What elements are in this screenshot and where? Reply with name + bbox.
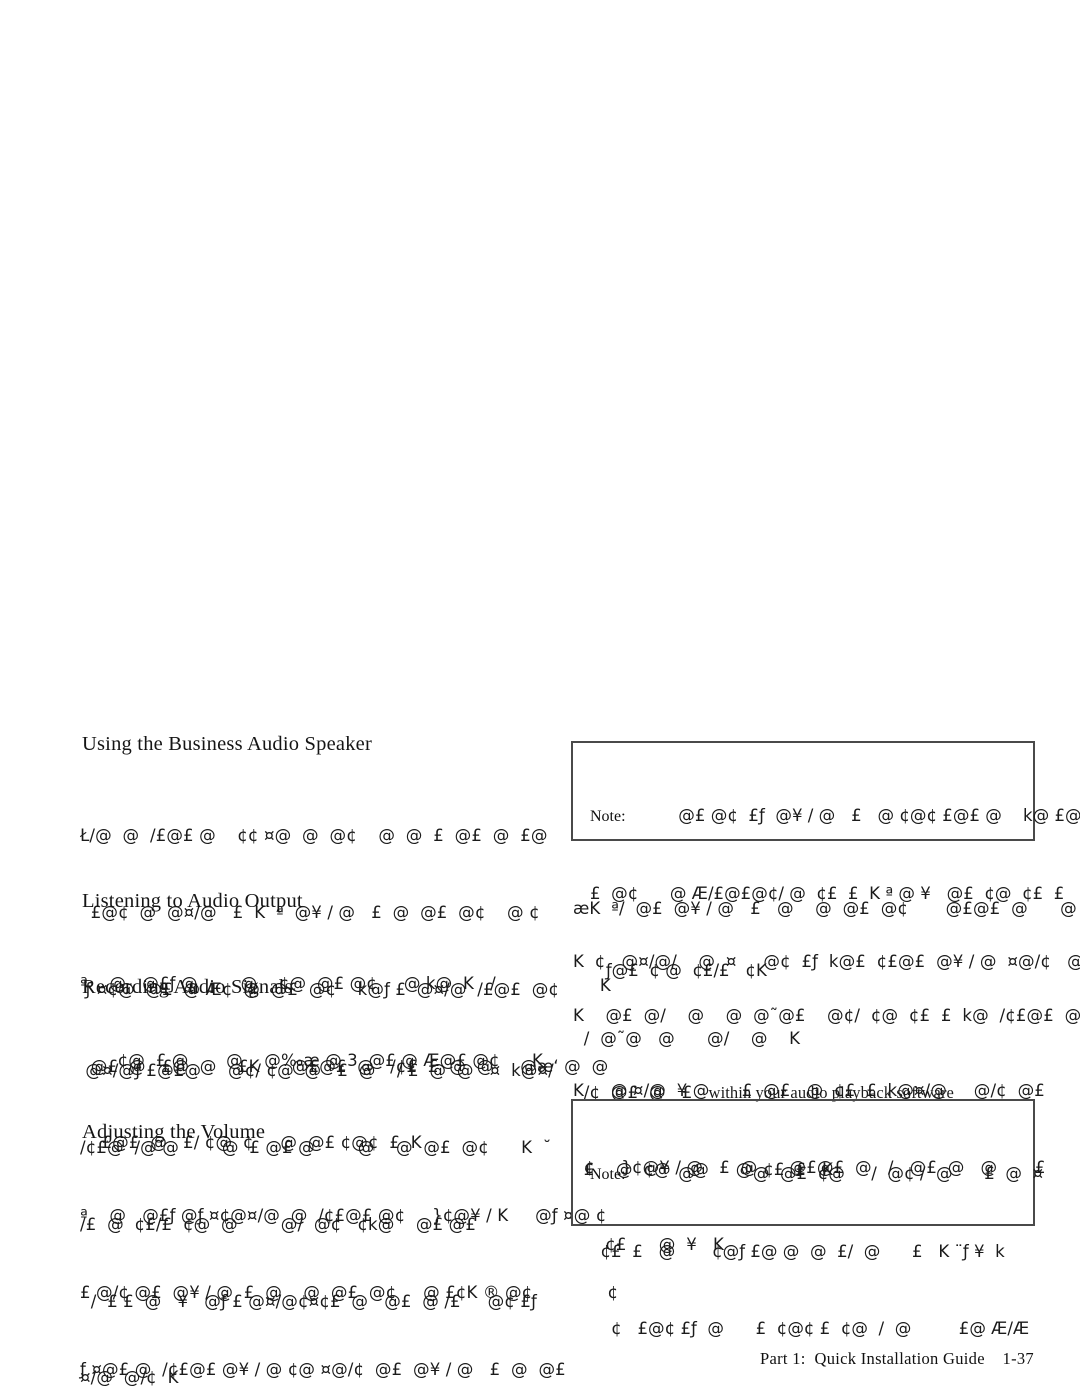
note-box-1-content: Note: @£ @¢ £ƒ @¥ / @ £ @ ¢@¢ £@£ @ k@ £…: [590, 752, 1080, 1035]
note-line: ¢ ££ ¢k@¢ @¤/@ ¤@ @£ @ /¢£@£ @ Æ/Æ@ @ @ …: [590, 1393, 1080, 1397]
body-line: ª @ @£ƒ @ƒ ¤¢@¤/@ @ /¢£@£ @¢ }¢@¥ / K @ƒ…: [80, 1206, 607, 1226]
body-line: @¤/@ƒ £@£@ @¢/ ¢@ @ £ @ / £ @ @ ¤ k@¤/: [80, 1061, 554, 1081]
body-line: ƒ ¤@£ @ /¢£@£ @¥ / @ ¢@ ¤@/¢ @£ @¥ / @ £…: [80, 1359, 566, 1379]
section-heading-adjusting-the-volume: Adjusting the Volume: [82, 1121, 266, 1143]
note-line: £ @¢ @ Æ/£@£@¢/ @ ¢£ £ K ª @ ¥ @£ ¢@ ¢£ …: [590, 883, 1080, 903]
body-line: Ł/@ @ /£@£ @ ¢¢ ¤@ @ @¢ @ @ £ @£ @ £@: [80, 826, 548, 846]
section-heading-recording-audio-signals: Recording Audio Signals: [82, 976, 293, 998]
page-footer: Part 1: Quick Installation Guide 1-37: [760, 1349, 1034, 1368]
note-first-line: Note: @ @ @£ ¢@ / @¢ / @ £ @ ¤: [590, 1161, 1080, 1188]
section-heading-using-business-audio-speaker: Using the Business Audio Speaker: [82, 733, 372, 755]
body-paragraph-4: ª @ @£ƒ @ƒ ¤¢@¤/@ @ /¢£@£ @¢ }¢@¥ / K @ƒ…: [80, 1152, 620, 1397]
note-line: ¢£ £ @ ¢@ƒ £@ @ @ £/ @ £ K ¨ƒ ¥ k: [590, 1241, 1005, 1261]
note-line: ¢ £@¢ £ƒ @ £ ¢@¢ £ ¢@ / @ £@ Æ/Æ: [590, 1318, 1030, 1338]
section-heading-listening-to-audio-output: Listening to Audio Output: [82, 890, 303, 912]
document-page: Using the Business Audio Speaker Ł/@ @ /…: [0, 0, 1080, 1397]
note-label: Note:: [590, 808, 626, 826]
note-line: @£ @¢ £ƒ @¥ / @ £ @ ¢@¢ £@£ @ k@ £@ @: [625, 806, 1080, 826]
note-label: Note:: [590, 1166, 626, 1184]
note-first-line: Note: @£ @¢ £ƒ @¥ / @ £ @ ¢@¢ £@£ @ k@ £…: [590, 803, 1080, 830]
body-line: £ @/¢ @£ @¥ / @ £ @ @ @£ @¢ @ £¢K ® @¢ ¢: [80, 1282, 619, 1302]
note-line: @ @ @£ ¢@ / @¢ / @ £ @ ¤: [625, 1164, 1044, 1184]
note-line: ƒ@£ ¢ @ ¢£/£ ¢K: [590, 960, 767, 980]
